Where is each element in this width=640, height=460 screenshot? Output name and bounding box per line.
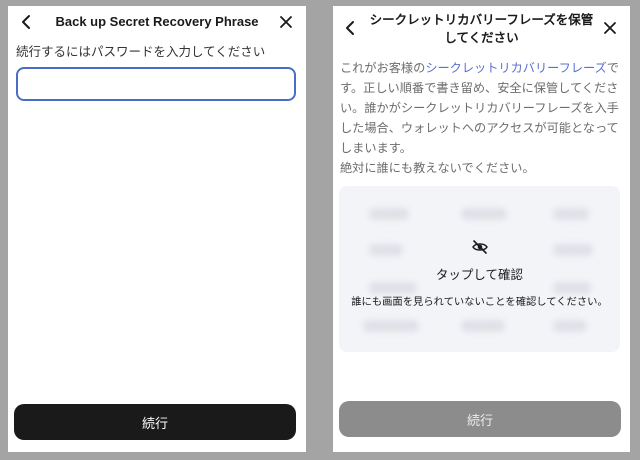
blurred-word <box>461 208 507 220</box>
close-icon <box>604 22 616 34</box>
blurred-word <box>553 320 587 332</box>
page-title: Back up Secret Recovery Phrase <box>55 14 259 29</box>
description-text: で <box>606 61 619 75</box>
eye-slash-icon <box>471 240 488 254</box>
description-line: した場合、ウォレットへのアクセスが可能となって <box>340 121 619 135</box>
close-icon <box>280 16 292 28</box>
description-text: これがお客様の <box>340 61 426 75</box>
back-button[interactable] <box>14 10 38 34</box>
close-button[interactable] <box>598 16 622 40</box>
recovery-phrase-screen: シークレットリカバリーフレーズを保管 してください これがお客様のシークレットリ… <box>333 6 630 452</box>
blurred-word <box>461 320 505 332</box>
description-line: しまいます。 <box>340 141 412 155</box>
recovery-phrase-link[interactable]: シークレットリカバリーフレーズ <box>425 61 606 75</box>
chevron-left-icon <box>346 21 354 35</box>
blurred-word <box>553 208 589 220</box>
description: これがお客様のシークレットリカバリーフレーズで す。正しい順番で書き留め、安全に… <box>340 58 624 178</box>
description-line: す。正しい順番で書き留め、安全に保管してくださ <box>340 81 619 95</box>
chevron-left-icon <box>22 15 30 29</box>
tap-to-reveal-label: タップして確認 <box>435 267 524 282</box>
description-line: 絶対に誰にも教えないでください。 <box>340 161 535 175</box>
password-screen: Back up Secret Recovery Phrase 続行するにはパスワ… <box>8 6 306 452</box>
privacy-warning: 誰にも画面を見られていないことを確認してください。 <box>351 296 608 308</box>
blurred-phrase-reveal[interactable]: タップして確認 誰にも画面を見られていないことを確認してください。 <box>339 186 620 352</box>
description-line: これがお客様のシークレットリカバリーフレーズで <box>340 58 624 78</box>
continue-button[interactable]: 続行 <box>14 404 296 440</box>
password-input[interactable] <box>16 67 296 101</box>
description-line: い。誰かがシークレットリカバリーフレーズを入手 <box>340 101 619 115</box>
blurred-word <box>369 208 409 220</box>
blurred-word <box>363 320 419 332</box>
back-button[interactable] <box>338 16 362 40</box>
page-title: シークレットリカバリーフレーズを保管 してください <box>365 11 598 47</box>
reveal-prompt: タップして確認 誰にも画面を見られていないことを確認してください。 <box>339 238 620 308</box>
title-line-2: してください <box>444 30 519 45</box>
title-line-1: シークレットリカバリーフレーズを保管 <box>369 12 594 27</box>
password-label: 続行するにはパスワードを入力してください <box>16 44 266 59</box>
close-button[interactable] <box>274 10 298 34</box>
header: シークレットリカバリーフレーズを保管 してください <box>333 6 630 50</box>
continue-button[interactable]: 続行 <box>339 401 621 437</box>
